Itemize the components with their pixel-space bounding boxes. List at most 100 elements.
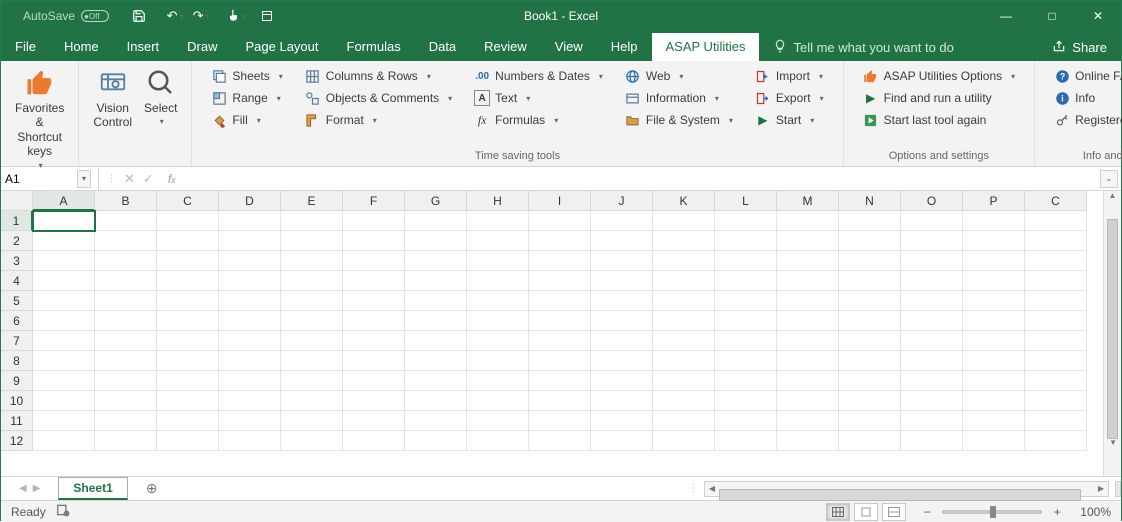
close-button[interactable]: ✕ — [1075, 1, 1121, 31]
horizontal-scrollbar[interactable]: ◀ ▶ — [704, 481, 1109, 497]
cell-G12[interactable] — [405, 431, 467, 451]
cell-E6[interactable] — [281, 311, 343, 331]
cell-C12[interactable] — [1025, 431, 1087, 451]
export-button[interactable]: Export — [750, 87, 829, 109]
start-button[interactable]: ▶Start — [750, 109, 829, 131]
cell-C3[interactable] — [1025, 251, 1087, 271]
cell-N8[interactable] — [839, 351, 901, 371]
cell-C11[interactable] — [1025, 411, 1087, 431]
redo-icon[interactable]: ↷▾ — [189, 4, 213, 28]
tab-help[interactable]: Help — [597, 33, 652, 61]
column-header-G[interactable]: G — [405, 191, 467, 211]
cell-F6[interactable] — [343, 311, 405, 331]
import-button[interactable]: Import — [750, 65, 829, 87]
minimize-button[interactable]: — — [983, 1, 1029, 31]
cell-C8[interactable] — [157, 351, 219, 371]
cell-N5[interactable] — [839, 291, 901, 311]
cell-E1[interactable] — [281, 211, 343, 231]
cell-K9[interactable] — [653, 371, 715, 391]
share-button[interactable]: Share — [1038, 33, 1121, 61]
cell-D2[interactable] — [219, 231, 281, 251]
cell-B10[interactable] — [95, 391, 157, 411]
cell-G6[interactable] — [405, 311, 467, 331]
cell-O5[interactable] — [901, 291, 963, 311]
cell-N7[interactable] — [839, 331, 901, 351]
cell-J1[interactable] — [591, 211, 653, 231]
cell-I8[interactable] — [529, 351, 591, 371]
cell-L7[interactable] — [715, 331, 777, 351]
row-header-2[interactable]: 2 — [1, 231, 33, 251]
cell-I7[interactable] — [529, 331, 591, 351]
cell-L5[interactable] — [715, 291, 777, 311]
cell-E11[interactable] — [281, 411, 343, 431]
cell-P2[interactable] — [963, 231, 1025, 251]
cell-H1[interactable] — [467, 211, 529, 231]
row-header-6[interactable]: 6 — [1, 311, 33, 331]
cell-I12[interactable] — [529, 431, 591, 451]
cell-L10[interactable] — [715, 391, 777, 411]
cell-H2[interactable] — [467, 231, 529, 251]
column-header-D[interactable]: D — [219, 191, 281, 211]
cell-M2[interactable] — [777, 231, 839, 251]
cell-B3[interactable] — [95, 251, 157, 271]
cell-H9[interactable] — [467, 371, 529, 391]
cell-P1[interactable] — [963, 211, 1025, 231]
touch-mode-icon[interactable]: ▾ — [225, 4, 249, 28]
cell-F12[interactable] — [343, 431, 405, 451]
cell-D12[interactable] — [219, 431, 281, 451]
cell-M10[interactable] — [777, 391, 839, 411]
column-header-C[interactable]: C — [1025, 191, 1087, 211]
asap-utilities-options-button[interactable]: ASAP Utilities Options — [858, 65, 1021, 87]
cell-A5[interactable] — [33, 291, 95, 311]
cell-P6[interactable] — [963, 311, 1025, 331]
cell-O3[interactable] — [901, 251, 963, 271]
vision-control-button[interactable]: Vision Control — [87, 65, 138, 132]
cell-A7[interactable] — [33, 331, 95, 351]
cell-P3[interactable] — [963, 251, 1025, 271]
objects-comments-button[interactable]: Objects & Comments — [300, 87, 457, 109]
cell-F3[interactable] — [343, 251, 405, 271]
cell-O1[interactable] — [901, 211, 963, 231]
fx-label-icon[interactable]: fx — [162, 172, 182, 186]
cell-D1[interactable] — [219, 211, 281, 231]
row-header-11[interactable]: 11 — [1, 411, 33, 431]
cell-O11[interactable] — [901, 411, 963, 431]
cell-P8[interactable] — [963, 351, 1025, 371]
cell-C8[interactable] — [1025, 351, 1087, 371]
tab-home[interactable]: Home — [50, 33, 113, 61]
cell-F4[interactable] — [343, 271, 405, 291]
cell-B2[interactable] — [95, 231, 157, 251]
cell-L2[interactable] — [715, 231, 777, 251]
cell-F10[interactable] — [343, 391, 405, 411]
cell-E10[interactable] — [281, 391, 343, 411]
cell-A3[interactable] — [33, 251, 95, 271]
cell-A1[interactable] — [33, 211, 95, 231]
row-header-8[interactable]: 8 — [1, 351, 33, 371]
cell-C5[interactable] — [1025, 291, 1087, 311]
cell-E4[interactable] — [281, 271, 343, 291]
cell-O10[interactable] — [901, 391, 963, 411]
cell-B8[interactable] — [95, 351, 157, 371]
cell-D7[interactable] — [219, 331, 281, 351]
cell-G8[interactable] — [405, 351, 467, 371]
row-header-12[interactable]: 12 — [1, 431, 33, 451]
cell-C9[interactable] — [1025, 371, 1087, 391]
cell-P12[interactable] — [963, 431, 1025, 451]
formula-input[interactable] — [182, 169, 1097, 189]
cell-A12[interactable] — [33, 431, 95, 451]
column-header-H[interactable]: H — [467, 191, 529, 211]
cell-A10[interactable] — [33, 391, 95, 411]
cell-E2[interactable] — [281, 231, 343, 251]
cell-D8[interactable] — [219, 351, 281, 371]
cell-O8[interactable] — [901, 351, 963, 371]
cell-K10[interactable] — [653, 391, 715, 411]
cell-J10[interactable] — [591, 391, 653, 411]
cell-A9[interactable] — [33, 371, 95, 391]
column-header-C[interactable]: C — [157, 191, 219, 211]
cell-I3[interactable] — [529, 251, 591, 271]
cell-F9[interactable] — [343, 371, 405, 391]
column-header-I[interactable]: I — [529, 191, 591, 211]
cell-G5[interactable] — [405, 291, 467, 311]
row-header-7[interactable]: 7 — [1, 331, 33, 351]
tab-formulas[interactable]: Formulas — [333, 33, 415, 61]
